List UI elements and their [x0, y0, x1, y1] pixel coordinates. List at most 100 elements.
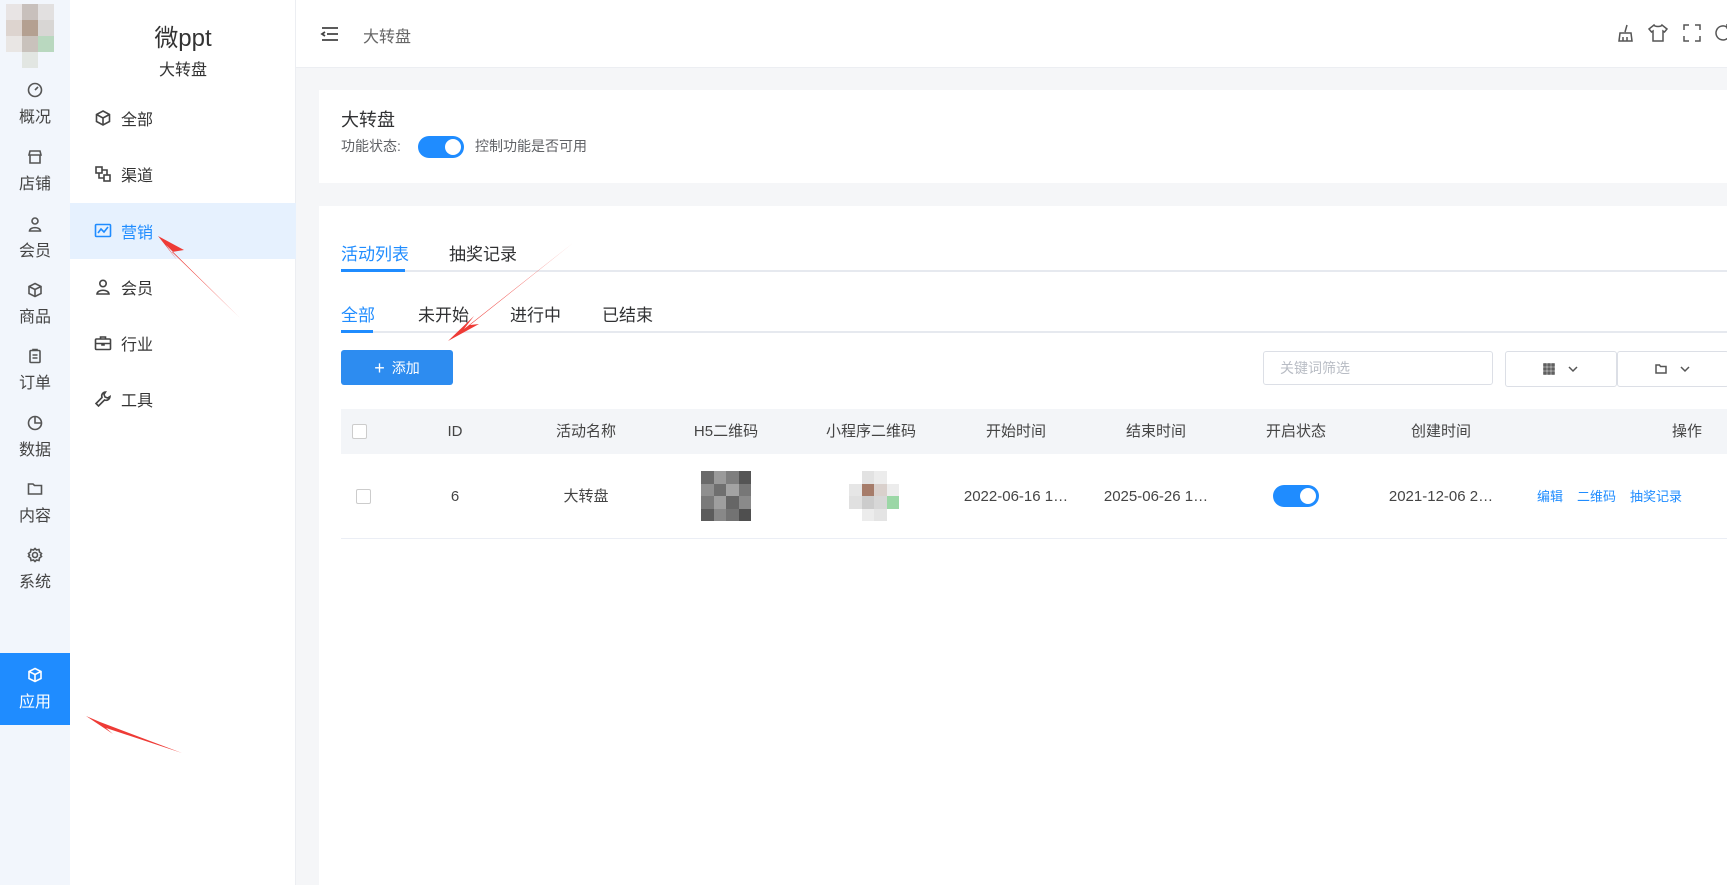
folder-icon — [1655, 364, 1667, 374]
column-header: 创建时间 — [1410, 423, 1471, 440]
chevron-down-icon — [1680, 366, 1690, 373]
keyword-filter-input[interactable] — [1263, 351, 1493, 385]
function-status-toggle[interactable] — [418, 136, 464, 158]
subnav-item-channel[interactable]: 渠道 — [70, 146, 296, 202]
avatar[interactable] — [0, 0, 70, 70]
rail-item-system[interactable]: 系统 — [0, 533, 70, 605]
cell-created-time: 2021-12-06 2… — [1388, 488, 1494, 505]
menu-fold-icon[interactable] — [320, 24, 340, 44]
store-icon — [27, 149, 43, 164]
activity-card: 活动列表 抽奖记录 全部 未开始 进行中 已结束 + 添加 ID 活动名称 H5… — [319, 206, 1727, 885]
subnav-item-all[interactable]: 全部 — [70, 90, 296, 146]
user-icon — [28, 216, 42, 232]
mini-program-qr-code-image[interactable] — [849, 471, 899, 521]
qr-code-link[interactable]: 二维码 — [1577, 454, 1616, 539]
briefcase-icon — [94, 336, 112, 351]
rail-item-data[interactable]: 数据 — [0, 401, 70, 473]
tab-draw-records[interactable]: 抽奖记录 — [449, 240, 517, 265]
rail-item-label: 商品 — [18, 308, 51, 326]
plus-icon: + — [374, 357, 385, 378]
subnav-item-marketing[interactable]: 营销 — [70, 203, 296, 259]
chevron-down-icon — [1568, 366, 1578, 373]
secondary-sidebar: 微ppt 大转盘 全部 渠道 营销 会员 行业 工具 — [70, 0, 296, 885]
add-button[interactable]: + 添加 — [341, 350, 453, 385]
brand-title: 微ppt — [154, 25, 212, 52]
row-checkbox[interactable] — [356, 489, 371, 504]
table-header: ID 活动名称 H5二维码 小程序二维码 开始时间 结束时间 开启状态 创建时间… — [341, 409, 1727, 454]
edit-link[interactable]: 编辑 — [1537, 454, 1563, 539]
column-header: 小程序二维码 — [825, 423, 916, 440]
column-header: 开启状态 — [1265, 423, 1326, 440]
column-settings-button[interactable] — [1505, 351, 1617, 387]
dashboard-icon — [27, 82, 43, 97]
subnav-item-label: 全部 — [121, 112, 154, 129]
subtab-in-progress[interactable]: 进行中 — [510, 301, 561, 326]
broom-icon[interactable] — [1614, 22, 1636, 44]
subtab-all[interactable]: 全部 — [341, 301, 375, 326]
rail-item-order[interactable]: 订单 — [0, 334, 70, 406]
brand-subtitle: 大转盘 — [158, 62, 207, 79]
subnav-item-label: 渠道 — [121, 168, 154, 185]
function-status-card: 大转盘 功能状态: 控制功能是否可用 — [319, 90, 1727, 183]
subtab-not-started[interactable]: 未开始 — [418, 301, 469, 326]
export-button[interactable] — [1617, 351, 1727, 387]
select-all-checkbox[interactable] — [352, 424, 367, 439]
tabs-divider — [341, 270, 1727, 272]
status-description: 控制功能是否可用 — [475, 138, 587, 154]
refresh-icon[interactable] — [1712, 22, 1727, 44]
rail-item-label: 店铺 — [18, 175, 51, 193]
cell-activity-name: 大转盘 — [563, 488, 609, 505]
rail-item-label: 会员 — [18, 242, 51, 260]
cell-end-time: 2025-06-26 1… — [1103, 488, 1209, 505]
rail-item-label: 数据 — [18, 441, 51, 459]
pie-chart-icon — [27, 415, 43, 430]
draw-records-link[interactable]: 抽奖记录 — [1630, 454, 1682, 539]
subnav-item-member[interactable]: 会员 — [70, 259, 296, 315]
cube-icon — [28, 667, 42, 682]
gear-icon — [27, 546, 43, 563]
column-header: 开始时间 — [985, 423, 1046, 440]
shirt-icon[interactable] — [1647, 22, 1669, 44]
clipboard-icon — [29, 348, 41, 363]
rail-item-product[interactable]: 商品 — [0, 268, 70, 340]
active-subtab-indicator — [341, 330, 373, 333]
subnav-item-industry[interactable]: 行业 — [70, 315, 296, 371]
grid-icon — [1543, 363, 1555, 375]
rail-item-store[interactable]: 店铺 — [0, 135, 70, 207]
channel-icon — [95, 166, 111, 182]
row-enabled-toggle[interactable] — [1273, 485, 1319, 507]
breadcrumb[interactable]: 大转盘 — [363, 23, 411, 47]
h5-qr-code-image[interactable] — [701, 471, 751, 521]
cube-icon — [95, 110, 111, 126]
subtab-ended[interactable]: 已结束 — [602, 301, 653, 326]
box-icon — [28, 282, 42, 297]
subnav-item-label: 会员 — [121, 281, 154, 298]
folder-icon — [27, 482, 43, 495]
wrench-icon — [94, 391, 111, 408]
card-title: 大转盘 — [341, 110, 395, 130]
column-header: ID — [447, 423, 463, 440]
active-tab-indicator — [341, 269, 405, 272]
rail-item-label: 应用 — [18, 693, 51, 711]
table-row: 6 大转盘 2022-06-16 1… 2025-06-26 1… 2021-1… — [341, 454, 1727, 539]
subtabs-divider — [341, 331, 1727, 333]
rail-item-apps[interactable]: 应用 — [0, 653, 70, 725]
rail-item-member[interactable]: 会员 — [0, 202, 70, 274]
rail-item-content[interactable]: 内容 — [0, 467, 70, 539]
subnav-item-label: 行业 — [121, 337, 154, 354]
rail-item-overview[interactable]: 概况 — [0, 68, 70, 140]
rail-item-label: 订单 — [18, 374, 51, 392]
subnav-item-tools[interactable]: 工具 — [70, 371, 296, 427]
rail-item-label: 内容 — [18, 507, 51, 525]
rail-item-label: 概况 — [18, 108, 51, 126]
column-header: H5二维码 — [693, 423, 759, 440]
subnav-item-label: 工具 — [121, 393, 154, 410]
cell-id: 6 — [450, 488, 460, 505]
top-header: 大转盘 — [296, 0, 1727, 68]
column-header: 结束时间 — [1125, 423, 1186, 440]
fullscreen-icon[interactable] — [1681, 22, 1703, 44]
rail-item-label: 系统 — [18, 573, 51, 591]
column-header: 操作 — [1671, 423, 1702, 440]
column-header: 活动名称 — [555, 423, 616, 440]
tab-activity-list[interactable]: 活动列表 — [341, 240, 409, 265]
